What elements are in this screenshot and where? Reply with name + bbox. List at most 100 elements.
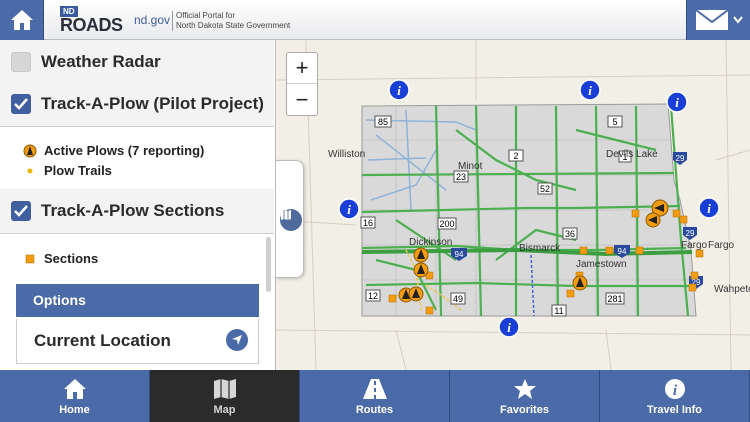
zoom-control: + −: [286, 52, 318, 116]
svg-text:94: 94: [618, 247, 627, 256]
plow-marker-icon[interactable]: [413, 262, 429, 278]
section-square-icon[interactable]: [635, 246, 644, 255]
section-square-icon[interactable]: [425, 306, 434, 315]
nav-label: Travel Info: [646, 403, 703, 416]
house-icon: [63, 378, 86, 399]
layer-label: Track-A-Plow Sections: [41, 201, 225, 220]
city-label: Bismarck: [519, 243, 561, 254]
section-square-icon: [25, 254, 35, 263]
location-arrow-icon[interactable]: [226, 329, 248, 351]
app-header: ND ROADS nd.gov Official Portal for Nort…: [0, 0, 750, 40]
svg-text:49: 49: [453, 294, 463, 304]
section-square-icon[interactable]: [695, 249, 704, 258]
svg-text:12: 12: [368, 291, 378, 301]
section-square-icon[interactable]: [605, 246, 614, 255]
section-square-icon[interactable]: [631, 209, 640, 218]
mail-button[interactable]: [686, 0, 750, 40]
map-canvas[interactable]: 85 2 5 23 52 29 16 200 36 94 94 29 12 49…: [276, 40, 750, 370]
trail-dot-icon: [27, 168, 33, 173]
nav-label: Routes: [355, 403, 394, 416]
plow-marker-icon: [23, 144, 37, 157]
route-shield: 85: [374, 115, 392, 128]
svg-text:36: 36: [565, 229, 575, 239]
panel-toggle-tab[interactable]: [276, 160, 304, 278]
city-label: Devils Lake: [606, 149, 658, 160]
city-label: Minot: [458, 161, 483, 172]
bottom-navigation: Home Map Routes Favorites i Travel Info: [0, 370, 750, 422]
section-square-icon[interactable]: [579, 246, 588, 255]
layers-panel: Weather Radar Track-A-Plow (Pilot Projec…: [0, 40, 276, 370]
checkbox-unchecked-icon[interactable]: [11, 52, 31, 72]
section-square-icon[interactable]: [690, 271, 699, 280]
layer-label: Weather Radar: [41, 52, 161, 71]
section-square-icon[interactable]: [688, 283, 697, 292]
nav-map[interactable]: Map: [150, 370, 300, 422]
plow-marker-icon[interactable]: [408, 286, 424, 302]
city-label: Fargo: [681, 240, 708, 251]
layer-toggle-track-a-plow-sections[interactable]: Track-A-Plow Sections: [0, 189, 274, 234]
panel-scrollbar[interactable]: [266, 237, 271, 292]
home-button[interactable]: [0, 0, 44, 40]
zoom-in-button[interactable]: +: [287, 53, 317, 84]
route-shield: 5: [607, 115, 623, 128]
logo-text: ROADS: [60, 15, 123, 35]
layers-map-icon: [280, 209, 302, 231]
road-icon: [362, 378, 387, 399]
legend-item-plow-trails: Plow Trails: [22, 163, 112, 178]
route-shield: 23: [453, 170, 469, 183]
layer-toggle-weather-radar[interactable]: Weather Radar: [0, 40, 274, 85]
section-square-icon[interactable]: [679, 215, 688, 224]
current-location-button[interactable]: Current Location: [16, 319, 259, 364]
svg-text:29: 29: [686, 229, 695, 238]
svg-text:16: 16: [363, 218, 373, 228]
section-square-icon[interactable]: [672, 209, 681, 218]
route-shield: 281: [605, 292, 625, 305]
route-shield: 52: [537, 182, 553, 195]
svg-text:2: 2: [513, 151, 518, 161]
info-icon: i: [664, 378, 685, 399]
route-shield: 11: [551, 304, 567, 317]
legend-item-active-plows: Active Plows (7 reporting): [22, 143, 204, 158]
layer-toggle-track-a-plow[interactable]: Track-A-Plow (Pilot Project): [0, 82, 274, 127]
checkbox-checked-icon[interactable]: [11, 201, 31, 221]
route-shield: 16: [360, 216, 376, 229]
plow-marker-icon[interactable]: [413, 247, 429, 263]
svg-text:281: 281: [607, 294, 622, 304]
section-square-icon[interactable]: [388, 294, 397, 303]
nav-favorites[interactable]: Favorites: [450, 370, 600, 422]
nav-label: Home: [59, 403, 90, 416]
info-icon[interactable]: i: [498, 316, 520, 338]
info-icon[interactable]: i: [698, 197, 720, 219]
nav-label: Favorites: [500, 403, 549, 416]
plow-marker-icon[interactable]: [645, 212, 661, 228]
plow-marker-icon[interactable]: [572, 275, 588, 291]
nav-travel-info[interactable]: i Travel Info: [600, 370, 750, 422]
svg-text:52: 52: [540, 184, 550, 194]
route-shield: 12: [365, 289, 381, 302]
current-location-label: Current Location: [34, 331, 171, 350]
chevron-down-icon: [732, 16, 743, 24]
info-icon[interactable]: i: [388, 79, 410, 101]
portal-tagline: Official Portal for North Dakota State G…: [172, 11, 322, 31]
svg-text:i: i: [588, 83, 592, 98]
city-label: Fargo: [708, 240, 735, 251]
svg-text:i: i: [347, 202, 351, 217]
info-icon[interactable]: i: [666, 91, 688, 113]
options-header[interactable]: Options: [16, 284, 259, 317]
map-view[interactable]: 85 2 5 23 52 29 16 200 36 94 94 29 12 49…: [276, 40, 750, 370]
envelope-icon: [694, 9, 729, 30]
svg-text:200: 200: [439, 219, 454, 229]
info-icon[interactable]: i: [579, 79, 601, 101]
nav-home[interactable]: Home: [0, 370, 150, 422]
info-icon[interactable]: i: [338, 198, 360, 220]
checkbox-checked-icon[interactable]: [11, 94, 31, 114]
svg-text:23: 23: [456, 172, 466, 182]
route-shield: 200: [437, 217, 457, 230]
svg-text:i: i: [707, 201, 711, 216]
logo-domain: nd.gov: [134, 13, 171, 27]
zoom-out-button[interactable]: −: [287, 84, 317, 115]
svg-text:85: 85: [378, 117, 388, 127]
section-square-icon[interactable]: [566, 289, 575, 298]
nav-routes[interactable]: Routes: [300, 370, 450, 422]
svg-text:11: 11: [554, 306, 563, 316]
